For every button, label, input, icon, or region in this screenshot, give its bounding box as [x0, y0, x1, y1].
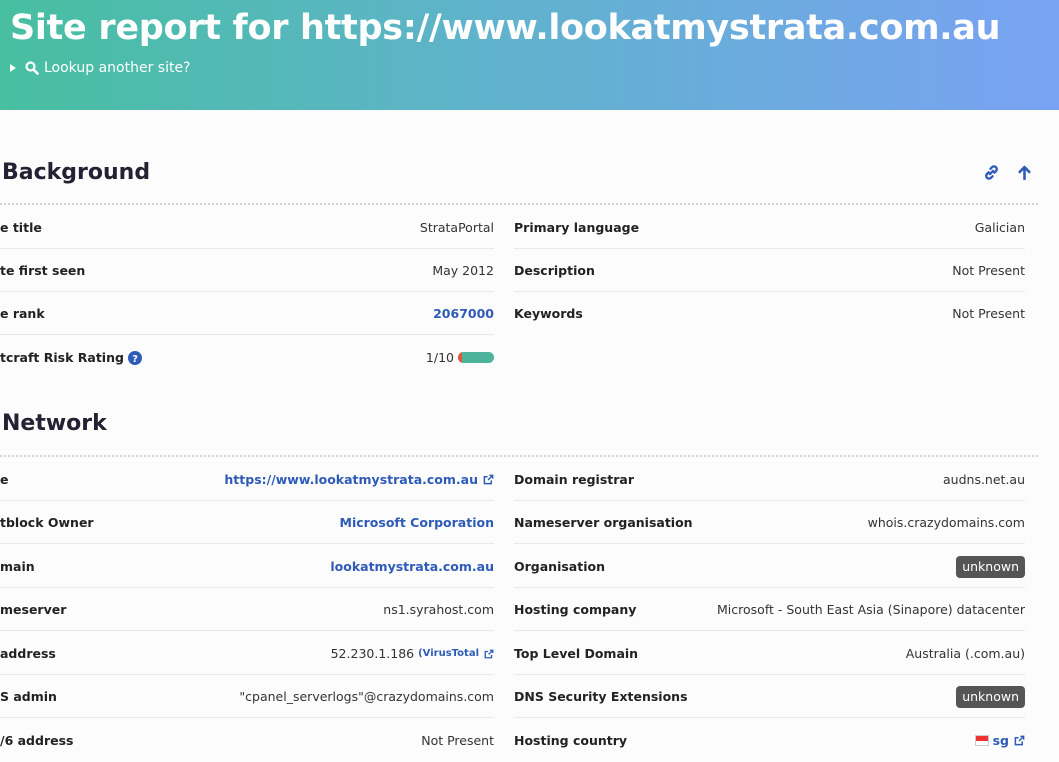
risk-rating-value: 1/10 — [425, 350, 454, 365]
row-value: ns1.syrahost.com — [383, 602, 494, 617]
row-value: 2067000 — [433, 292, 494, 335]
row-value: whois.crazydomains.com — [867, 515, 1025, 530]
row-value: unknown — [956, 545, 1025, 588]
risk-rating-label: tcraft Risk Rating — [0, 350, 124, 365]
ip-address-value: 52.230.1.186 — [330, 646, 415, 661]
row-value: Galician — [974, 220, 1025, 235]
netblock-owner-link[interactable]: Microsoft Corporation — [340, 501, 495, 544]
external-link-icon[interactable] — [484, 649, 494, 659]
table-row: main lookatmystrata.com.au — [0, 545, 494, 588]
row-label: Hosting company — [514, 602, 637, 617]
site-rank-link[interactable]: 2067000 — [433, 292, 494, 335]
status-badge: unknown — [956, 685, 1025, 708]
flag-icon — [974, 735, 989, 746]
table-row: Description Not Present — [514, 249, 1025, 292]
search-icon — [25, 61, 39, 75]
arrow-up-icon[interactable] — [1017, 165, 1032, 185]
table-row: te first seen May 2012 — [0, 249, 494, 292]
row-label: Domain registrar — [514, 472, 635, 487]
network-section-title: Network — [2, 411, 107, 436]
row-label: Primary language — [514, 220, 640, 235]
row-label: Description — [514, 263, 595, 278]
table-row: S admin "cpanel_serverlogs"@crazydomains… — [0, 675, 494, 718]
row-label: Hosting country — [514, 733, 628, 748]
page-header: Site report for https://www.lookatmystra… — [0, 0, 1059, 110]
svg-text:?: ? — [132, 354, 138, 365]
row-value: Microsoft Corporation — [340, 501, 495, 544]
external-link-icon[interactable] — [1014, 735, 1025, 746]
row-label: tcraft Risk Rating ? — [0, 336, 142, 379]
row-value: 52.230.1.186 (VirusTotal — [331, 632, 494, 675]
row-value: Not Present — [421, 733, 494, 748]
disclosure-triangle-icon — [10, 64, 16, 72]
row-value: Australia (.com.au) — [905, 646, 1025, 661]
row-label: e rank — [0, 306, 45, 321]
site-url-link[interactable]: https://www.lookatmystrata.com.au — [224, 458, 478, 501]
row-label: meserver — [0, 602, 67, 617]
lookup-label: Lookup another site? — [44, 60, 191, 76]
row-value: Not Present — [952, 263, 1025, 278]
table-row: tcraft Risk Rating ? 1/10 — [0, 336, 494, 379]
risk-rating-bar — [458, 352, 494, 363]
row-label: e — [0, 472, 9, 487]
table-row: e title StrataPortal — [0, 206, 494, 249]
table-row: Hosting country sg — [514, 719, 1025, 762]
table-row: Top Level Domain Australia (.com.au) — [514, 632, 1025, 675]
row-label: Keywords — [514, 306, 583, 321]
table-row: /6 address Not Present — [0, 719, 494, 762]
table-row: Domain registrar audns.net.au — [514, 458, 1025, 501]
row-value: May 2012 — [432, 263, 494, 278]
row-label: e title — [0, 220, 42, 235]
page-title: Site report for https://www.lookatmystra… — [10, 8, 1001, 48]
status-badge: unknown — [956, 555, 1025, 578]
table-row: DNS Security Extensions unknown — [514, 675, 1025, 718]
link-icon[interactable] — [983, 164, 1000, 186]
table-row: meserver ns1.syrahost.com — [0, 588, 494, 631]
table-row: e https://www.lookatmystrata.com.au — [0, 458, 494, 501]
table-row: address 52.230.1.186 (VirusTotal — [0, 632, 494, 675]
table-row: Hosting company Microsoft - South East A… — [514, 588, 1025, 631]
row-label: S admin — [0, 689, 57, 704]
row-label: tblock Owner — [0, 515, 94, 530]
row-value: Not Present — [952, 306, 1025, 321]
row-value: unknown — [956, 675, 1025, 718]
background-section-title: Background — [2, 160, 151, 185]
hosting-country-link[interactable]: sg — [993, 719, 1009, 762]
row-value: lookatmystrata.com.au — [330, 545, 494, 588]
table-row: e rank 2067000 — [0, 292, 494, 335]
row-value: sg — [974, 719, 1025, 762]
row-label: Nameserver organisation — [514, 515, 693, 530]
row-label: DNS Security Extensions — [514, 689, 688, 704]
table-row: tblock Owner Microsoft Corporation — [0, 501, 494, 544]
help-icon[interactable]: ? — [127, 350, 142, 365]
section-divider — [0, 455, 1038, 457]
row-label: /6 address — [0, 733, 74, 748]
table-row: Primary language Galician — [514, 206, 1025, 249]
section-divider — [0, 203, 1038, 205]
table-row: Nameserver organisation whois.crazydomai… — [514, 501, 1025, 544]
row-label: Organisation — [514, 559, 605, 574]
lookup-another-site-toggle[interactable]: Lookup another site? — [10, 60, 191, 76]
row-label: Top Level Domain — [514, 646, 639, 661]
row-label: address — [0, 646, 56, 661]
row-value: https://www.lookatmystrata.com.au — [224, 458, 494, 501]
row-value: StrataPortal — [419, 220, 494, 235]
row-value: "cpanel_serverlogs"@crazydomains.com — [239, 689, 494, 704]
row-value: audns.net.au — [943, 472, 1025, 487]
virustotal-link[interactable]: (VirusTotal — [418, 632, 479, 675]
table-row: Keywords Not Present — [514, 292, 1025, 335]
row-label: te first seen — [0, 263, 86, 278]
domain-link[interactable]: lookatmystrata.com.au — [330, 545, 494, 588]
row-value: Microsoft - South East Asia (Sinapore) d… — [717, 602, 1025, 617]
table-row: Organisation unknown — [514, 545, 1025, 588]
row-value: 1/10 — [426, 336, 494, 379]
risk-rating-fill — [458, 352, 462, 363]
external-link-icon[interactable] — [483, 474, 494, 485]
row-label: main — [0, 559, 35, 574]
